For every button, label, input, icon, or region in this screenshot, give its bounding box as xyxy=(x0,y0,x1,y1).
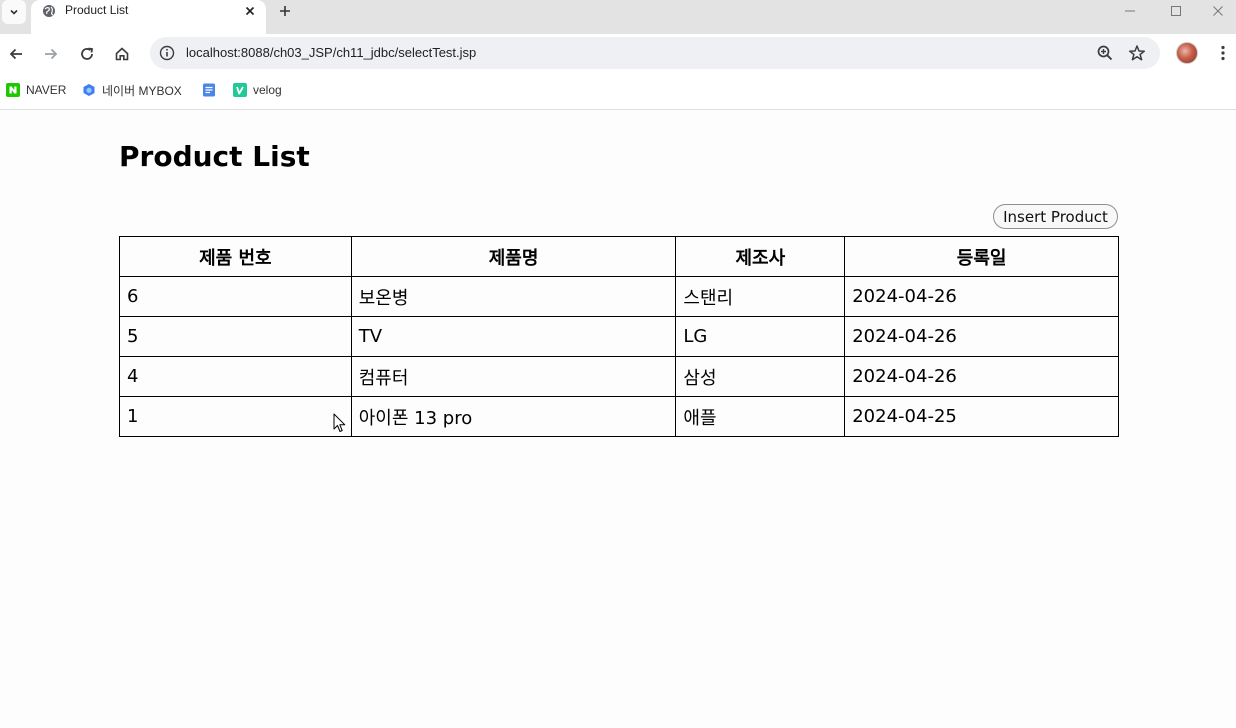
table-header-row: 제품 번호 제품명 제조사 등록일 xyxy=(119,236,1119,277)
cell-product-name: 컴퓨터 xyxy=(350,356,677,397)
back-button[interactable] xyxy=(2,40,30,68)
product-table: 제품 번호 제품명 제조사 등록일 6 보온병 스탠리 2024-04-26 5… xyxy=(119,236,1119,437)
cell-product-number: 4 xyxy=(119,356,352,397)
header-product-name: 제품명 xyxy=(350,236,677,277)
zoom-icon[interactable] xyxy=(1096,44,1114,62)
bookmark-mybox[interactable]: 네이버 MYBOX xyxy=(82,80,182,100)
home-button[interactable] xyxy=(108,40,136,68)
velog-icon xyxy=(233,83,247,97)
cell-registration-date: 2024-04-26 xyxy=(844,356,1119,397)
cell-product-number: 5 xyxy=(119,316,352,357)
header-product-number: 제품 번호 xyxy=(119,236,352,277)
bookmark-label: velog xyxy=(253,83,282,97)
cell-manufacturer: 삼성 xyxy=(675,356,846,397)
cell-manufacturer: 스탠리 xyxy=(675,276,846,317)
cell-product-name: 보온병 xyxy=(350,276,677,317)
bookmark-label: NAVER xyxy=(26,83,67,97)
tab-strip: Product List xyxy=(0,0,1236,34)
table-row: 1 아이폰 13 pro 애플 2024-04-25 xyxy=(119,396,1119,437)
page-title: Product List xyxy=(119,140,310,173)
docs-icon xyxy=(202,83,216,97)
cell-product-name: TV xyxy=(350,316,677,357)
cell-manufacturer: LG xyxy=(675,316,846,357)
mouse-cursor-icon xyxy=(333,413,346,432)
bookmark-naver[interactable]: NAVER xyxy=(6,80,66,100)
mybox-icon xyxy=(82,83,96,97)
globe-icon xyxy=(43,5,55,17)
browser-menu-button[interactable] xyxy=(1214,41,1232,65)
forward-button[interactable] xyxy=(37,40,65,68)
new-tab-button[interactable] xyxy=(274,0,296,22)
bookmark-velog[interactable]: velog xyxy=(233,80,282,100)
plus-icon xyxy=(280,6,290,16)
site-info-icon[interactable] xyxy=(159,45,175,61)
maximize-icon xyxy=(1171,6,1181,16)
profile-avatar[interactable] xyxy=(1176,42,1198,64)
address-bar[interactable]: localhost:8088/ch03_JSP/ch11_jdbc/select… xyxy=(150,37,1160,69)
table-row: 5 TV LG 2024-04-26 xyxy=(119,316,1119,357)
url-text: localhost:8088/ch03_JSP/ch11_jdbc/select… xyxy=(186,45,477,60)
cell-product-number: 6 xyxy=(119,276,352,317)
close-icon xyxy=(1212,6,1223,16)
bookmark-docs[interactable] xyxy=(202,80,222,100)
bookmarks-bar: NAVER 네이버 MYBOX velog xyxy=(0,72,1236,110)
cell-registration-date: 2024-04-26 xyxy=(844,316,1119,357)
minimize-icon xyxy=(1125,10,1135,12)
cell-manufacturer: 애플 xyxy=(675,396,846,437)
arrow-right-icon xyxy=(45,48,58,60)
tab-close-button[interactable] xyxy=(240,1,260,21)
browser-toolbar: localhost:8088/ch03_JSP/ch11_jdbc/select… xyxy=(0,34,1236,72)
minimize-button[interactable] xyxy=(1107,0,1153,22)
home-icon xyxy=(115,47,129,61)
cell-product-number: 1 xyxy=(119,396,352,437)
cell-product-name: 아이폰 13 pro xyxy=(350,396,677,437)
arrow-left-icon xyxy=(9,48,22,60)
bookmark-label: 네이버 MYBOX xyxy=(102,83,182,98)
page-content: Product List Insert Product 제품 번호 제품명 제조… xyxy=(0,110,1236,728)
table-row: 6 보온병 스탠리 2024-04-26 xyxy=(119,276,1119,317)
header-manufacturer: 제조사 xyxy=(675,236,846,277)
chevron-down-icon xyxy=(10,9,18,15)
table-row: 4 컴퓨터 삼성 2024-04-26 xyxy=(119,356,1119,397)
active-tab[interactable]: Product List xyxy=(31,0,266,34)
insert-product-button[interactable]: Insert Product xyxy=(993,204,1118,229)
more-vertical-icon xyxy=(1221,45,1225,61)
maximize-button[interactable] xyxy=(1153,0,1199,22)
reload-icon xyxy=(81,47,94,60)
header-registration-date: 등록일 xyxy=(844,236,1119,277)
window-close-button[interactable] xyxy=(1199,0,1236,22)
close-icon xyxy=(245,6,255,16)
reload-button[interactable] xyxy=(73,40,101,68)
tab-search-button[interactable] xyxy=(2,0,26,24)
cell-registration-date: 2024-04-25 xyxy=(844,396,1119,437)
naver-icon xyxy=(6,83,20,97)
tab-title: Product List xyxy=(65,3,129,17)
bookmark-star-icon[interactable] xyxy=(1128,44,1146,62)
cell-registration-date: 2024-04-26 xyxy=(844,276,1119,317)
